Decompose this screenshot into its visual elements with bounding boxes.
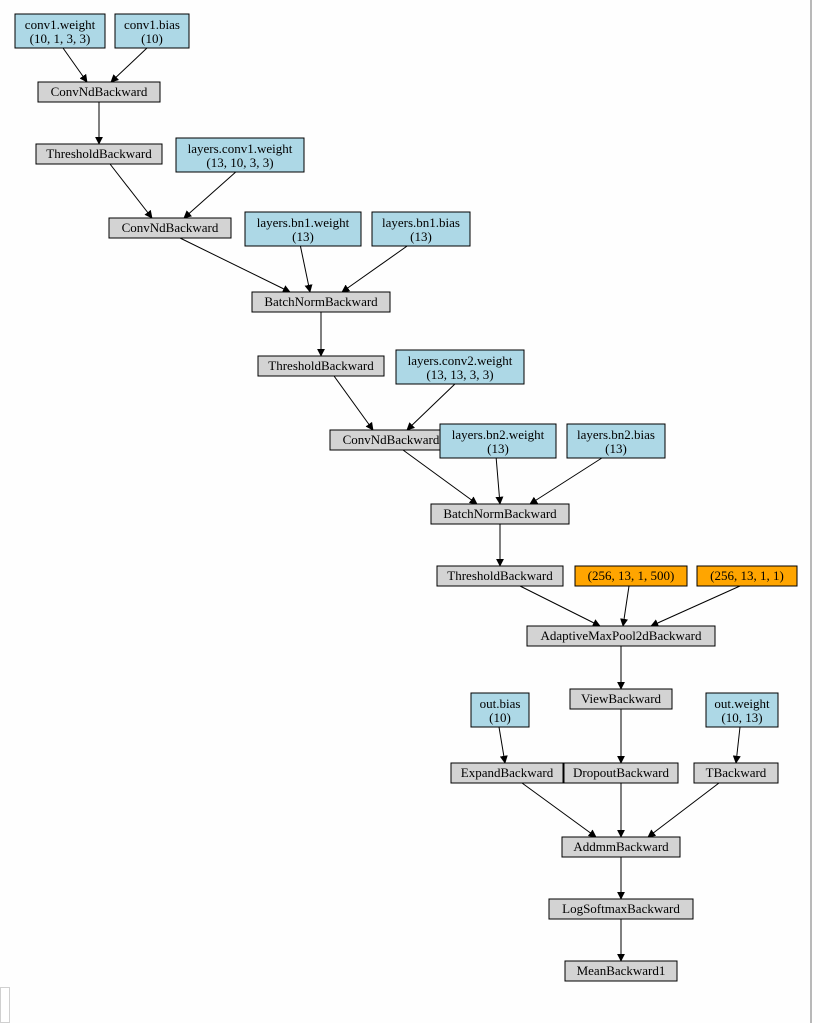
graph-frame [0,0,812,1023]
resize-handle[interactable] [0,987,10,1023]
